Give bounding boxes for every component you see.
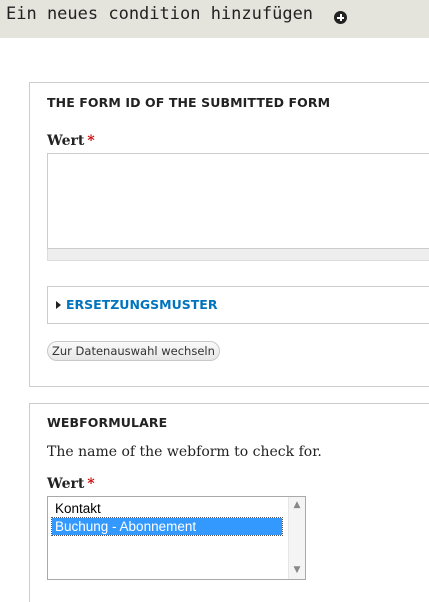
webforms-fieldset: WEBFORMULARE The name of the webform to … bbox=[29, 403, 429, 602]
webforms-description: The name of the webform to check for. bbox=[47, 444, 322, 460]
plus-circle-icon[interactable] bbox=[334, 11, 347, 24]
webforms-value-label: Wert * bbox=[47, 476, 95, 492]
form-id-fieldset: THE FORM ID OF THE SUBMITTED FORM Wert * … bbox=[29, 82, 429, 387]
replacement-patterns-link[interactable]: ERSETZUNGSMUSTER bbox=[66, 297, 217, 312]
form-id-legend: THE FORM ID OF THE SUBMITTED FORM bbox=[47, 95, 331, 110]
webforms-legend: WEBFORMULARE bbox=[47, 415, 168, 430]
collapse-triangle-icon[interactable] bbox=[56, 301, 61, 309]
replacement-patterns-fieldset[interactable]: ERSETZUNGSMUSTER bbox=[47, 286, 429, 324]
switch-data-selection-button[interactable]: Zur Datenauswahl wechseln bbox=[47, 341, 220, 361]
value-label-text: Wert bbox=[47, 133, 85, 149]
webforms-required-marker: * bbox=[87, 476, 95, 492]
option-buchung-abonnement[interactable]: Buchung - Abonnement bbox=[51, 517, 283, 536]
listbox-scrollbar[interactable]: ▲ ▼ bbox=[288, 497, 305, 579]
scroll-down-icon[interactable]: ▼ bbox=[292, 565, 302, 575]
webforms-select[interactable]: Kontakt Buchung - Abonnement ▲ ▼ bbox=[47, 496, 306, 580]
scroll-up-icon[interactable]: ▲ bbox=[292, 500, 302, 510]
value-textarea[interactable] bbox=[47, 153, 429, 249]
value-label: Wert * bbox=[47, 133, 95, 149]
resize-grippie[interactable] bbox=[47, 249, 429, 261]
page-header: Ein neues condition hinzufügen bbox=[0, 0, 429, 38]
option-kontakt[interactable]: Kontakt bbox=[52, 500, 104, 517]
required-marker: * bbox=[87, 133, 95, 149]
page-title: Ein neues condition hinzufügen bbox=[6, 4, 314, 24]
webforms-value-label-text: Wert bbox=[47, 476, 85, 492]
